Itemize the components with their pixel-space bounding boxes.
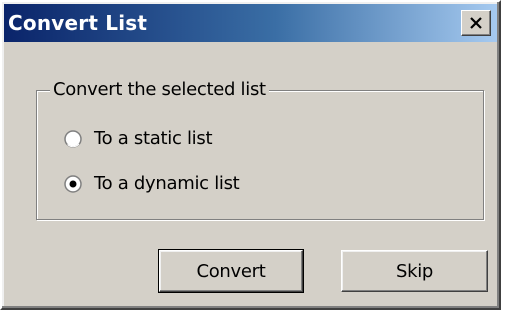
radio-option-static[interactable]: To a static list (64, 126, 213, 152)
radio-unselected-icon[interactable] (64, 130, 82, 148)
title-bar[interactable]: Convert List (4, 4, 497, 42)
convert-list-dialog: Convert List Convert the selected list T… (0, 0, 501, 310)
skip-button[interactable]: Skip (341, 250, 488, 292)
close-button[interactable] (461, 10, 491, 36)
dialog-title: Convert List (8, 11, 148, 35)
convert-options-groupbox (36, 90, 484, 220)
radio-selected-icon[interactable] (64, 175, 82, 193)
radio-label-dynamic: To a dynamic list (94, 173, 240, 194)
groupbox-legend: Convert the selected list (50, 78, 269, 102)
convert-button[interactable]: Convert (158, 249, 304, 293)
close-x-icon (470, 17, 482, 29)
radio-option-dynamic[interactable]: To a dynamic list (64, 171, 240, 197)
radio-label-static: To a static list (94, 128, 213, 149)
